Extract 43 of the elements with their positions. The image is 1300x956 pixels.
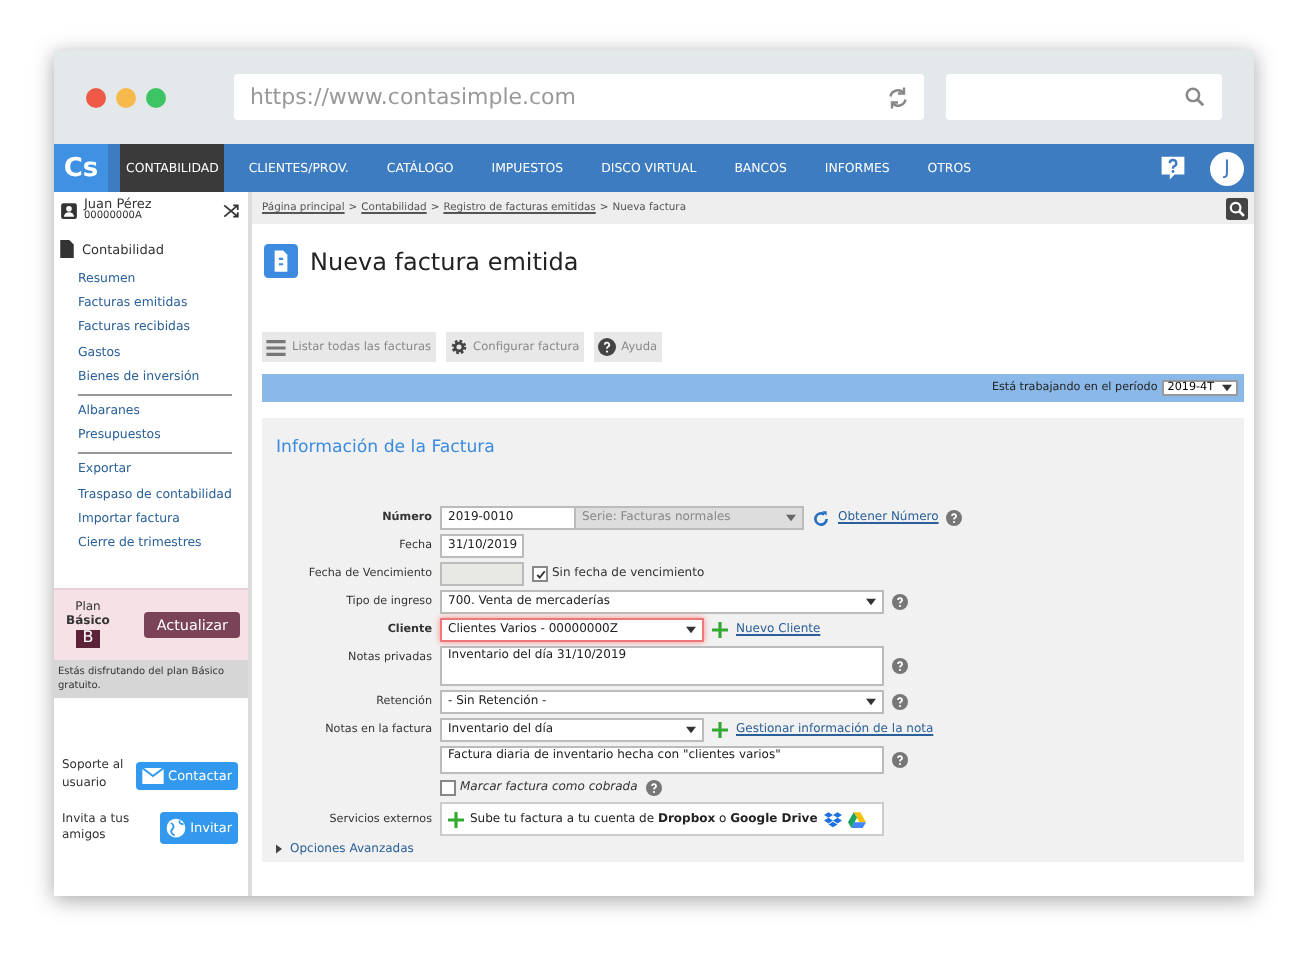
refresh-icon — [812, 509, 830, 527]
caret-icon — [866, 598, 876, 606]
document-icon — [60, 240, 74, 258]
dropbox-icon — [823, 811, 842, 827]
avatar[interactable]: J — [1210, 151, 1244, 185]
help-icon[interactable] — [892, 594, 908, 610]
help-icon[interactable] — [946, 510, 963, 526]
help-icon — [597, 338, 616, 356]
contact-card-icon — [60, 201, 78, 219]
form-title: Información de la Factura — [276, 438, 497, 458]
globe-icon — [166, 818, 187, 839]
close-dot-icon[interactable] — [86, 87, 106, 107]
search-icon — [1184, 86, 1206, 108]
search-field[interactable] — [946, 74, 1222, 120]
minimize-dot-icon[interactable] — [116, 87, 136, 107]
checkbox[interactable] — [440, 780, 456, 796]
help-icon[interactable] — [1160, 154, 1186, 182]
envelope-icon — [142, 767, 165, 784]
page-title: Nueva factura emitida — [310, 247, 579, 275]
help-icon[interactable] — [892, 694, 908, 710]
plus-icon — [712, 622, 728, 638]
help-icon[interactable] — [645, 780, 662, 796]
maximize-dot-icon[interactable] — [146, 87, 166, 107]
gear-icon — [449, 338, 468, 356]
caret-icon — [786, 514, 796, 522]
plus-icon — [712, 722, 728, 738]
caret-icon — [1222, 384, 1232, 392]
shuffle-icon[interactable] — [222, 201, 240, 219]
help-icon[interactable] — [892, 752, 908, 768]
reload-icon[interactable] — [886, 85, 910, 109]
expand-triangle-icon — [276, 844, 282, 854]
caret-icon — [686, 626, 696, 634]
due-date-field[interactable] — [440, 562, 524, 586]
checkbox[interactable] — [532, 566, 548, 582]
invoice-icon — [264, 244, 298, 278]
search-icon[interactable] — [1226, 197, 1248, 219]
caret-icon — [686, 726, 696, 734]
plan-badge: B — [76, 630, 100, 649]
list-icon — [266, 339, 286, 355]
caret-icon — [866, 698, 876, 706]
drive-icon — [847, 811, 866, 827]
help-icon[interactable] — [892, 658, 908, 674]
plus-icon — [448, 811, 464, 827]
